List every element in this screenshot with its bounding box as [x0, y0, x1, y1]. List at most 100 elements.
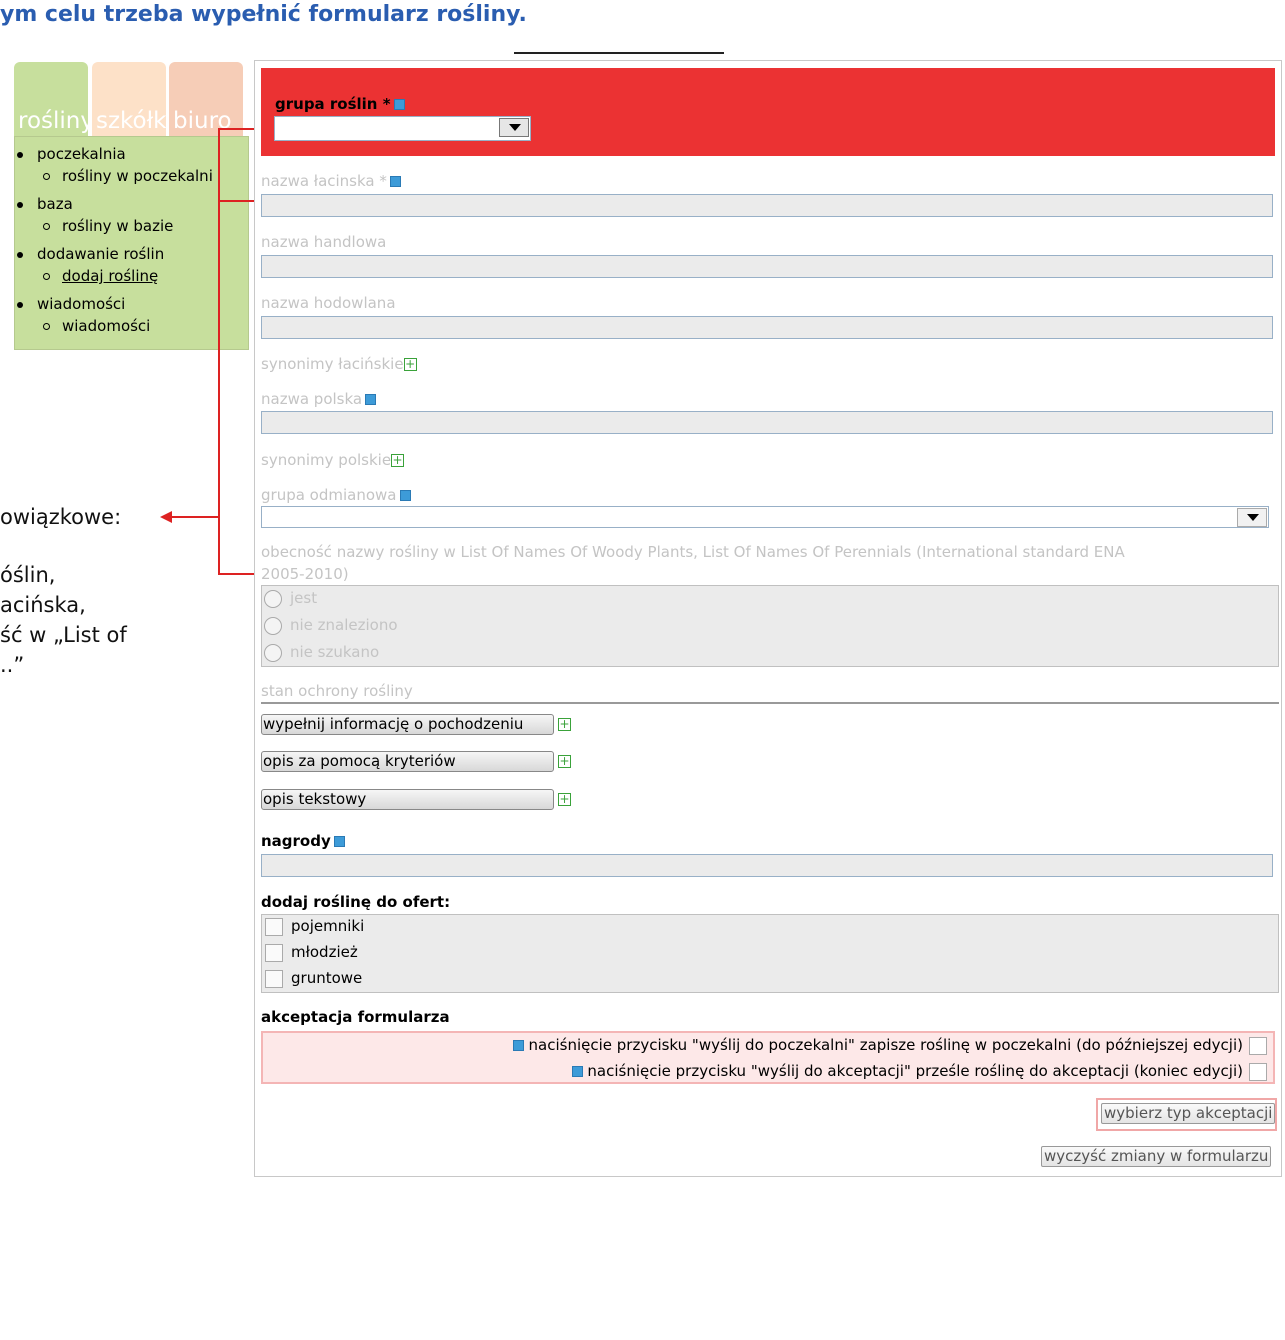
connector-vertical-line	[218, 128, 220, 575]
label-nazwa-handlowa: nazwa handlowa	[261, 233, 387, 251]
label-nazwa-hodowlana: nazwa hodowlana	[261, 294, 396, 312]
akceptacja-akceptacja[interactable]: naciśnięcie przycisku "wyślij do akcepta…	[569, 1062, 1267, 1081]
menu-sub-rosliny-w-poczekalni[interactable]: rośliny w poczekalni	[43, 167, 213, 185]
page-heading: ym celu trzeba wypełnić formularz roślin…	[0, 2, 527, 27]
label-obecnosc-line2: 2005-2010)	[261, 565, 349, 583]
info-icon[interactable]	[399, 490, 411, 501]
nazwa-polska-input[interactable]	[261, 411, 1273, 434]
annotation-line-1: owiązkowe:	[0, 505, 122, 529]
checkbox-mlodziez[interactable]: młodzież	[265, 943, 358, 962]
checkbox-icon[interactable]	[265, 969, 283, 988]
menu-item-wiadomosci[interactable]: wiadomości	[17, 295, 125, 313]
connector-to-nazwa-lacinska	[218, 200, 258, 202]
nagrody-input[interactable]	[261, 854, 1273, 877]
info-icon[interactable]	[512, 1040, 524, 1051]
pochodzenie-button[interactable]: wypełnij informację o pochodzeniu	[261, 714, 554, 735]
radio-jest[interactable]: jest	[264, 589, 317, 608]
tab-szkolki-label: szkółki	[96, 108, 173, 134]
label-oferty: dodaj roślinę do ofert:	[261, 893, 451, 911]
akceptacja-text: naciśnięcie przycisku "wyślij do akcepta…	[587, 1062, 1243, 1080]
checkbox-label: młodzież	[291, 943, 358, 961]
label-text: nazwa łacinska	[261, 172, 375, 190]
radio-nie-szukano[interactable]: nie szukano	[264, 643, 379, 662]
label-text: grupa odmianowa	[261, 486, 397, 504]
bullet-icon	[17, 301, 23, 308]
wyczysc-zmiany-button[interactable]: wyczyść zmiany w formularzu	[1041, 1146, 1272, 1167]
tab-rosliny-label: rośliny	[18, 108, 94, 134]
side-menu: poczekalnia rośliny w poczekalni baza ro…	[14, 136, 249, 350]
menu-item-poczekalnia[interactable]: poczekalnia	[17, 145, 126, 163]
info-icon[interactable]	[389, 176, 401, 187]
tab-biuro[interactable]: biuro	[169, 62, 243, 136]
checkbox-pojemniki[interactable]: pojemniki	[265, 917, 364, 936]
checkbox-icon[interactable]	[265, 917, 283, 936]
oferty-checkbox-group: pojemniki młodzież gruntowe	[261, 914, 1279, 993]
obecnosc-radio-group: jest nie znaleziono nie szukano	[261, 585, 1279, 667]
radio-icon[interactable]	[264, 643, 282, 662]
circle-bullet-icon	[43, 173, 50, 180]
dropdown-arrow-icon[interactable]	[1237, 508, 1267, 527]
grupa-odmianowa-select[interactable]	[261, 506, 1269, 528]
label-text: synonimy łacińskie	[261, 355, 404, 373]
menu-sub-label: wiadomości	[62, 317, 151, 335]
label-grupa-odmianowa: grupa odmianowa	[261, 486, 411, 504]
menu-item-label: baza	[37, 195, 73, 213]
nazwa-handlowa-input[interactable]	[261, 255, 1273, 278]
wybierz-typ-akceptacji-button[interactable]: wybierz typ akceptacji	[1101, 1103, 1276, 1124]
radio-label: jest	[290, 589, 318, 607]
label-synonimy-polskie: synonimy polskie+	[261, 451, 405, 469]
checkbox-label: pojemniki	[291, 917, 365, 935]
kryteria-button[interactable]: opis za pomocą kryteriów	[261, 751, 554, 772]
tab-rosliny[interactable]: rośliny	[14, 62, 94, 136]
required-highlight	[261, 68, 1275, 156]
akceptacja-box: naciśnięcie przycisku "wyślij do poczeka…	[261, 1031, 1275, 1084]
add-plus-icon[interactable]: +	[558, 718, 571, 731]
add-plus-icon[interactable]: +	[403, 358, 417, 371]
radio-label: nie szukano	[290, 643, 380, 661]
bullet-icon	[17, 201, 23, 208]
required-mark: *	[379, 172, 387, 190]
nazwa-hodowlana-input[interactable]	[261, 316, 1273, 339]
opis-tekstowy-button[interactable]: opis tekstowy	[261, 789, 554, 810]
menu-sub-dodaj-rosline[interactable]: dodaj roślinę	[43, 267, 158, 285]
add-plus-icon[interactable]: +	[391, 454, 405, 467]
menu-item-baza[interactable]: baza	[17, 195, 73, 213]
label-stan-ochrony: stan ochrony rośliny	[261, 682, 413, 700]
label-nagrody: nagrody	[261, 832, 345, 850]
info-icon[interactable]	[333, 836, 345, 847]
info-icon[interactable]	[571, 1066, 583, 1077]
menu-item-label: poczekalnia	[37, 145, 126, 163]
grupa-roslin-select[interactable]	[274, 116, 531, 141]
checkbox-gruntowe[interactable]: gruntowe	[265, 969, 362, 988]
radio-icon[interactable]	[264, 616, 282, 635]
radio-icon[interactable]	[264, 589, 282, 608]
checkbox-icon[interactable]	[1249, 1036, 1267, 1055]
akceptacja-poczekalnia[interactable]: naciśnięcie przycisku "wyślij do poczeka…	[510, 1036, 1267, 1055]
menu-sub-wiadomosci[interactable]: wiadomości	[43, 317, 150, 335]
menu-sub-label: rośliny w poczekalni	[62, 167, 213, 185]
menu-sub-rosliny-w-bazie[interactable]: rośliny w bazie	[43, 217, 173, 235]
tab-szkolki[interactable]: szkółki	[92, 62, 173, 136]
required-mark: *	[382, 95, 391, 113]
annotation-line-2: óślin,	[0, 563, 56, 587]
add-plus-icon[interactable]: +	[558, 793, 571, 806]
label-akceptacja: akceptacja formularza	[261, 1008, 450, 1026]
connector-to-annotation	[172, 516, 218, 518]
info-icon[interactable]	[365, 394, 377, 405]
checkbox-icon[interactable]	[1249, 1062, 1267, 1081]
label-text: nazwa polska	[261, 390, 363, 408]
checkbox-icon[interactable]	[265, 943, 283, 962]
label-synonimy-lacinskie: synonimy łacińskie+	[261, 355, 417, 373]
arrow-left-icon	[160, 511, 172, 523]
label-grupa-roslin: grupa roślin *	[275, 95, 405, 113]
nazwa-lacinska-input[interactable]	[261, 194, 1273, 217]
dropdown-arrow-icon[interactable]	[499, 118, 529, 137]
menu-sub-label: dodaj roślinę	[62, 267, 159, 285]
radio-nie-znaleziono[interactable]: nie znaleziono	[264, 616, 398, 635]
radio-label: nie znaleziono	[290, 616, 398, 634]
menu-item-dodawanie[interactable]: dodawanie roślin	[17, 245, 164, 263]
bullet-icon	[17, 151, 23, 158]
add-plus-icon[interactable]: +	[558, 755, 571, 768]
akceptacja-text: naciśnięcie przycisku "wyślij do poczeka…	[528, 1036, 1243, 1054]
info-icon[interactable]	[393, 99, 405, 110]
